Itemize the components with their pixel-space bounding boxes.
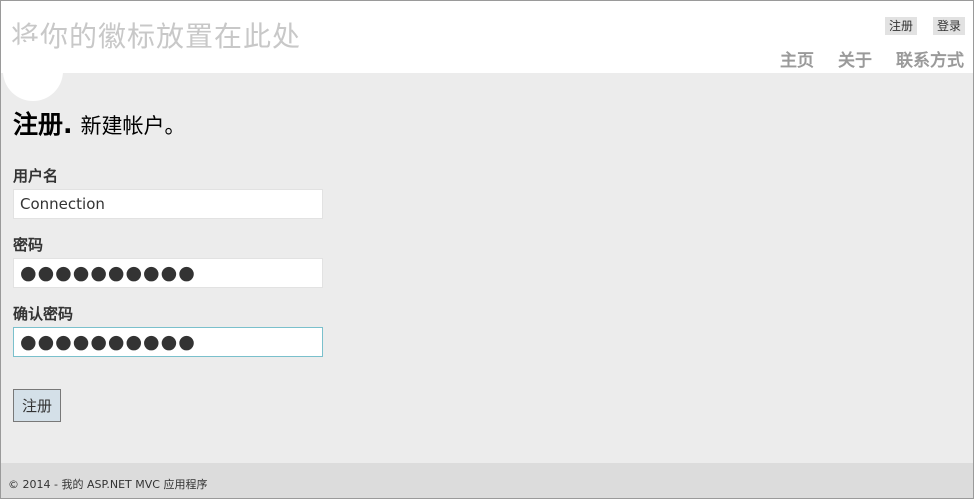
login-links: 注册 登录	[884, 17, 965, 35]
register-button[interactable]: 注册	[13, 389, 61, 422]
page-subtitle: 新建帐户。	[80, 114, 186, 138]
page-title-main: 注册.	[13, 110, 73, 139]
nav-contact[interactable]: 联系方式	[896, 46, 964, 71]
main-menu: 主页 关于 联系方式	[780, 46, 964, 71]
password-label: 密码	[13, 236, 44, 254]
register-link[interactable]: 注册	[884, 17, 917, 35]
register-form: 注册. 新建帐户。 用户名 密码 ●●●●●●●●●● 确认密码 ●●●●●●●…	[13, 105, 323, 422]
page-title: 注册. 新建帐户。	[13, 105, 185, 141]
site-header: 将你的徽标放置在此处 注册 登录 主页 关于 联系方式	[1, 1, 973, 73]
username-input[interactable]	[13, 189, 323, 219]
nav-about[interactable]: 关于	[838, 46, 872, 71]
site-footer: © 2014 - 我的 ASP.NET MVC 应用程序	[1, 463, 973, 498]
username-label: 用户名	[13, 167, 59, 185]
login-link[interactable]: 登录	[932, 17, 965, 35]
confirm-password-label: 确认密码	[13, 305, 74, 323]
confirm-password-input[interactable]: ●●●●●●●●●●	[13, 327, 323, 357]
nav-home[interactable]: 主页	[780, 46, 814, 71]
decorative-circle	[3, 41, 63, 101]
site-logo[interactable]: 将你的徽标放置在此处	[11, 15, 301, 55]
browser-page: 将你的徽标放置在此处 注册 登录 主页 关于 联系方式 注册. 新建帐户。 用户…	[0, 0, 974, 499]
password-input[interactable]: ●●●●●●●●●●	[13, 258, 323, 288]
footer-text: © 2014 - 我的 ASP.NET MVC 应用程序	[8, 478, 208, 491]
